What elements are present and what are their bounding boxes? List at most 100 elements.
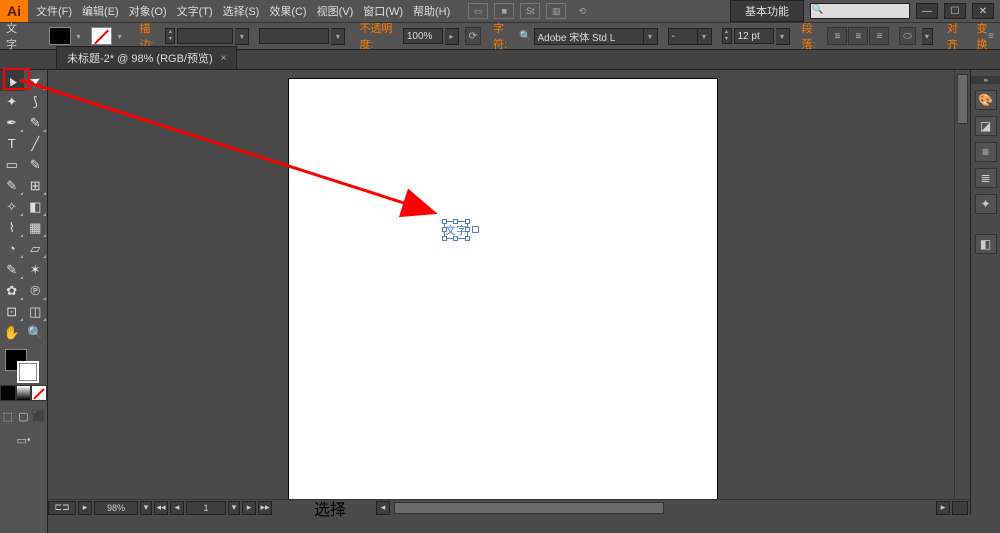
- hscroll-right-icon[interactable]: ▸: [936, 501, 950, 515]
- font-style-dropdown[interactable]: ▾: [668, 28, 712, 45]
- page-last-icon[interactable]: ▸▸: [258, 501, 272, 515]
- menu-edit[interactable]: 编辑(E): [82, 3, 119, 19]
- blob-brush-tool[interactable]: ⊞: [24, 175, 48, 196]
- draw-behind-icon[interactable]: ▢: [16, 407, 32, 425]
- screen-mode-group: ⬚ ▢ ⬛: [0, 407, 47, 425]
- screen-mode-button[interactable]: ▭▾: [0, 431, 47, 449]
- align-center-icon[interactable]: ≡: [848, 27, 868, 45]
- document-area: 文字 ⊏⊐ ▸ 98% ▾ ◂◂ ◂ 1 ▾ ▸ ▸▸ 选择 ◂ ▸: [48, 70, 970, 515]
- blend-tool[interactable]: ⊡: [0, 301, 24, 322]
- page-prev-icon[interactable]: ◂: [170, 501, 184, 515]
- fill-swatch[interactable]: [49, 27, 70, 45]
- scale-tool[interactable]: ⌇: [0, 217, 24, 238]
- page-dd[interactable]: ▾: [228, 501, 240, 515]
- stroke-panel-icon[interactable]: ≣: [975, 168, 997, 188]
- workspace-switcher[interactable]: 基本功能: [730, 0, 804, 22]
- window-minimize-button[interactable]: —: [916, 3, 938, 19]
- menu-window[interactable]: 窗口(W): [363, 3, 403, 19]
- window-close-button[interactable]: ✕: [972, 3, 994, 19]
- menu-bar: Ai 文件(F) 编辑(E) 对象(O) 文字(T) 选择(S) 效果(C) 视…: [0, 0, 1000, 22]
- magic-wand-tool[interactable]: ✦: [0, 91, 24, 112]
- menu-effect[interactable]: 效果(C): [269, 3, 306, 19]
- draw-normal-icon[interactable]: ⬚: [0, 407, 16, 425]
- align-left-icon[interactable]: ≡: [827, 27, 847, 45]
- eraser-tool[interactable]: ✧: [0, 196, 24, 217]
- artboard[interactable]: 文字: [288, 78, 718, 502]
- color-mode-solid[interactable]: [0, 385, 16, 401]
- envelope-dropdown[interactable]: ▾: [922, 28, 933, 45]
- document-tab[interactable]: 未标题-2* @ 98% (RGB/预览) ×: [56, 46, 237, 69]
- horizontal-scrollbar[interactable]: [394, 501, 934, 515]
- artboard-number[interactable]: 1: [186, 501, 226, 515]
- zoom-dd[interactable]: ▾: [140, 501, 152, 515]
- rectangle-tool[interactable]: ▭: [0, 154, 24, 175]
- layers-panel-icon[interactable]: ◧: [975, 234, 997, 254]
- layout-icon-b[interactable]: ■: [494, 3, 514, 19]
- make-envelope-icon[interactable]: ⬭: [899, 27, 915, 45]
- color-mode-gradient[interactable]: [16, 385, 32, 401]
- font-size-input[interactable]: ▴▾ ▾: [722, 28, 790, 45]
- pencil-tool[interactable]: ✎: [0, 175, 24, 196]
- gradient-tool[interactable]: ✿: [0, 280, 24, 301]
- menu-type[interactable]: 文字(T): [177, 3, 213, 19]
- search-input[interactable]: [810, 3, 910, 19]
- swatches-panel-icon[interactable]: ◪: [975, 116, 997, 136]
- text-out-port-icon[interactable]: [472, 226, 479, 233]
- free-transform-tool[interactable]: ◔: [0, 238, 24, 259]
- layout-icon-c[interactable]: St: [520, 3, 540, 19]
- lasso-tool[interactable]: ⟆: [24, 91, 48, 112]
- curvature-tool[interactable]: ✎: [24, 112, 48, 133]
- zoom-level[interactable]: 98%: [94, 501, 138, 515]
- stroke-swatch[interactable]: [91, 27, 112, 45]
- brush-profile[interactable]: [259, 28, 329, 44]
- mesh-tool[interactable]: ✶: [24, 259, 48, 280]
- eyedropper-tool[interactable]: ℗: [24, 280, 48, 301]
- zoom-dropdown-arrow[interactable]: ▸: [78, 501, 92, 515]
- zoom-tool[interactable]: 🔍: [24, 322, 48, 343]
- align-link[interactable]: 对齐: [947, 20, 964, 52]
- opacity-input[interactable]: ▸: [403, 28, 459, 45]
- page-first-icon[interactable]: ◂◂: [154, 501, 168, 515]
- fill-stroke-control[interactable]: [0, 347, 47, 383]
- align-right-icon[interactable]: ≡: [869, 27, 889, 45]
- rotate-tool[interactable]: ◧: [24, 196, 48, 217]
- layout-icon-e[interactable]: ⟲: [572, 3, 592, 19]
- tab-close-icon[interactable]: ×: [221, 53, 227, 64]
- symbol-sprayer-tool[interactable]: ◫: [24, 301, 48, 322]
- draw-inside-icon[interactable]: ⬛: [31, 407, 47, 425]
- annotation-highlight-box: [3, 68, 30, 90]
- type-tool[interactable]: T: [0, 133, 24, 154]
- font-family-dropdown[interactable]: 🔍 ▾: [519, 28, 657, 45]
- hand-tool[interactable]: ✋: [0, 322, 24, 343]
- hscroll-left-icon[interactable]: ◂: [376, 501, 390, 515]
- app-icon: Ai: [0, 0, 28, 22]
- perspective-tool[interactable]: ✎: [0, 259, 24, 280]
- shape-builder-tool[interactable]: ▱: [24, 238, 48, 259]
- brushes-panel-icon[interactable]: ≡: [975, 142, 997, 162]
- menu-select[interactable]: 选择(S): [223, 3, 260, 19]
- line-tool[interactable]: ╱: [24, 133, 48, 154]
- window-maximize-button[interactable]: ☐: [944, 3, 966, 19]
- menu-file[interactable]: 文件(F): [36, 3, 72, 19]
- symbols-panel-icon[interactable]: ✦: [975, 194, 997, 214]
- layout-icon-a[interactable]: ▭: [468, 3, 488, 19]
- menu-view[interactable]: 视图(V): [317, 3, 354, 19]
- selected-text-object[interactable]: 文字: [444, 221, 468, 239]
- layout-icon-d[interactable]: ▥: [546, 3, 566, 19]
- menu-object[interactable]: 对象(O): [129, 3, 167, 19]
- paintbrush-tool[interactable]: ✎: [24, 154, 48, 175]
- recolor-icon[interactable]: ⟳: [465, 27, 481, 45]
- vertical-scrollbar[interactable]: [954, 70, 970, 499]
- pen-tool[interactable]: ✒: [0, 112, 24, 133]
- stroke-color-swatch[interactable]: [17, 361, 39, 383]
- color-panel-icon[interactable]: 🎨: [975, 90, 997, 110]
- panel-expand-icon[interactable]: [971, 76, 1000, 84]
- width-tool[interactable]: ▦: [24, 217, 48, 238]
- stroke-weight-input[interactable]: ▴▾ ▾: [165, 28, 249, 45]
- controlbar-collapse-icon[interactable]: ≡: [988, 31, 994, 42]
- artboard-nav-icon[interactable]: ⊏⊐: [48, 501, 76, 515]
- menu-help[interactable]: 帮助(H): [413, 3, 450, 19]
- paragraph-label: 段落:: [802, 20, 822, 52]
- page-next-icon[interactable]: ▸: [242, 501, 256, 515]
- color-mode-none[interactable]: [31, 385, 47, 401]
